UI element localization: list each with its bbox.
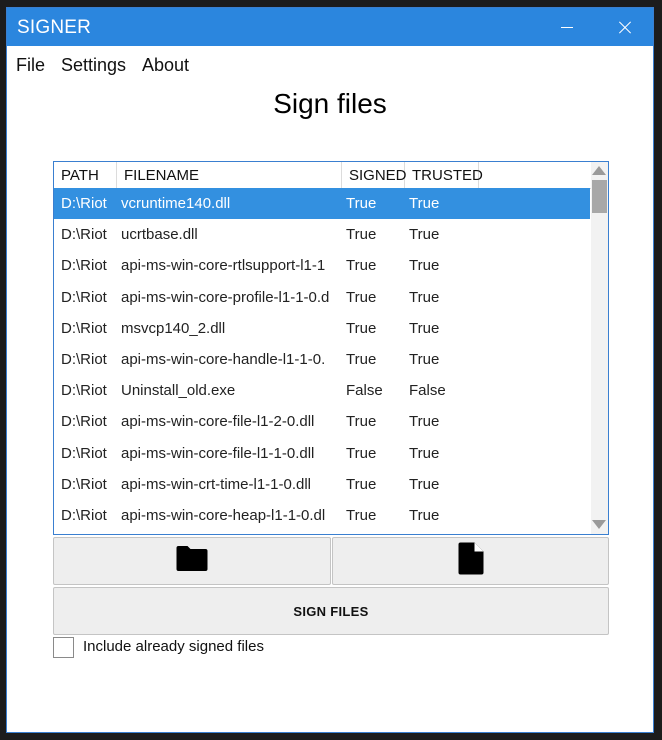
cell-signed: True: [346, 195, 377, 212]
folder-icon: [176, 545, 209, 577]
cell-trusted: True: [409, 351, 440, 368]
cell-trusted: True: [409, 319, 440, 337]
cell-trusted: True: [409, 444, 440, 462]
cell-trusted: True: [409, 195, 440, 212]
cell-trusted: True: [409, 288, 440, 306]
scrollbar-thumb[interactable]: [592, 180, 607, 213]
minimize-button[interactable]: [543, 8, 589, 46]
cell-filename: msvcp140_2.dll: [121, 319, 226, 337]
cell-signed: True: [346, 288, 377, 306]
files-table[interactable]: PATH FILENAME SIGNED TRUSTED D:\Riot vcru…: [53, 161, 609, 535]
cell-filename: api-ms-win-core-rtlsupport-l1-1: [121, 257, 326, 275]
include-signed-label: Include already signed files: [83, 638, 264, 655]
table-row[interactable]: D:\Riot vcruntime140.dll True True: [54, 188, 590, 219]
cell-filename: api-ms-win-core-heap-l1-1-0.dl: [121, 507, 326, 524]
cell-path: D:\Riot: [61, 382, 107, 400]
file-icon: [458, 542, 483, 580]
cell-path: D:\Riot: [61, 319, 107, 337]
select-folder-button[interactable]: [53, 537, 331, 585]
cell-path: D:\Riot: [61, 507, 107, 524]
menu-file[interactable]: File: [16, 55, 45, 76]
column-header-signed[interactable]: SIGNED: [342, 162, 407, 188]
cell-filename: ucrtbase.dll: [121, 226, 198, 244]
cell-trusted: True: [409, 413, 440, 431]
close-button[interactable]: [603, 8, 649, 46]
table-row[interactable]: D:\Riot api-ms-win-core-heap-l1-1-0.dl Tru…: [54, 500, 590, 531]
column-header-trusted[interactable]: TRUSTED: [405, 162, 483, 188]
cell-filename: api-ms-win-core-file-l1-2-0.dll: [121, 413, 315, 431]
cell-signed: True: [346, 257, 377, 275]
cell-path: D:\Riot: [61, 351, 107, 368]
cell-signed: False: [346, 382, 383, 400]
title-bar[interactable]: SIGNER: [7, 8, 653, 46]
cell-path: D:\Riot: [61, 226, 107, 244]
column-header-path[interactable]: PATH: [54, 162, 117, 188]
table-row[interactable]: D:\Riot api-ms-win-core-file-l1-1-0.dll Tr…: [54, 438, 590, 469]
cell-filename: api-ms-win-core-profile-l1-1-0.d: [121, 288, 330, 306]
cell-path: D:\Riot: [61, 413, 107, 431]
cell-filename: Uninstall_old.exe: [121, 382, 236, 400]
cell-trusted: True: [409, 475, 440, 493]
cell-filename: vcruntime140.dll: [121, 195, 231, 212]
cell-path: D:\Riot: [61, 195, 107, 212]
cell-signed: True: [346, 475, 377, 493]
table-row[interactable]: D:\Riot msvcp140_2.dll True True: [54, 313, 590, 344]
table-row[interactable]: D:\Riot api-ms-win-crt-time-l1-1-0.dll Tru…: [54, 469, 590, 500]
scroll-up-arrow-icon[interactable]: [592, 166, 606, 175]
cell-signed: True: [346, 351, 377, 368]
cell-signed: True: [346, 507, 377, 524]
menu-settings[interactable]: Settings: [61, 55, 126, 76]
app-window: SIGNER File Settings About Sign files PA…: [6, 7, 654, 733]
menu-bar: File Settings About: [7, 46, 653, 82]
table-row[interactable]: D:\Riot api-ms-win-core-file-l1-2-0.dll Tr…: [54, 406, 590, 437]
cell-trusted: False: [409, 382, 446, 400]
cell-signed: True: [346, 413, 377, 431]
scroll-down-arrow-icon[interactable]: [592, 520, 606, 529]
page-title: Sign files: [273, 88, 387, 119]
cell-signed: True: [346, 319, 377, 337]
vertical-scrollbar[interactable]: [591, 162, 608, 534]
cell-path: D:\Riot: [61, 475, 107, 493]
cell-filename: api-ms-win-crt-time-l1-1-0.dll: [121, 475, 312, 493]
table-row[interactable]: D:\Riot api-ms-win-core-profile-l1-1-0.d T…: [54, 282, 590, 313]
table-header: PATH FILENAME SIGNED TRUSTED: [54, 162, 594, 189]
cell-path: D:\Riot: [61, 444, 107, 462]
menu-about[interactable]: About: [142, 55, 189, 76]
include-signed-checkbox[interactable]: [53, 637, 74, 658]
cell-trusted: True: [409, 507, 440, 524]
cell-filename: api-ms-win-core-handle-l1-1-0.: [121, 351, 326, 368]
table-row[interactable]: D:\Riot Uninstall_old.exe False False: [54, 375, 590, 406]
cell-signed: True: [346, 444, 377, 462]
cell-path: D:\Riot: [61, 257, 107, 275]
table-row[interactable]: D:\Riot api-ms-win-core-handle-l1-1-0. Tru…: [54, 344, 590, 375]
cell-signed: True: [346, 226, 377, 244]
cell-filename: api-ms-win-core-file-l1-1-0.dll: [121, 444, 315, 462]
table-row[interactable]: D:\Riot ucrtbase.dll True True: [54, 219, 590, 250]
sign-files-button[interactable]: SIGN FILES: [53, 587, 609, 635]
cell-trusted: True: [409, 257, 440, 275]
cell-path: D:\Riot: [61, 288, 107, 306]
table-row[interactable]: D:\Riot api-ms-win-core-rtlsupport-l1-1 Tr…: [54, 250, 590, 281]
window-title: SIGNER: [17, 17, 92, 38]
cell-trusted: True: [409, 226, 440, 244]
column-header-filename[interactable]: FILENAME: [117, 162, 342, 188]
select-file-button[interactable]: [332, 537, 609, 585]
